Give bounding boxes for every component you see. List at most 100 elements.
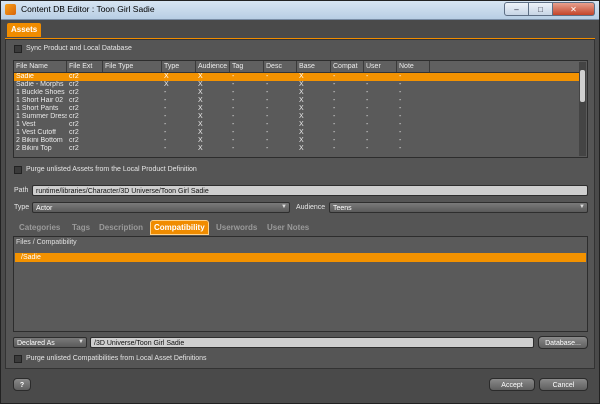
column-header[interactable]: File Type [103,61,162,72]
cell-tag: - [232,121,235,128]
minimize-button[interactable]: – [504,2,529,16]
cell-tag: - [232,73,235,80]
table-row[interactable]: 1 Vest cr2 - X - - X - - - [14,121,580,129]
cell-tag: - [232,137,235,144]
tab-assets[interactable]: Assets [7,23,42,37]
cell-user: - [366,145,369,152]
compat-list-header: Files / Compatibility [16,239,77,246]
declared-path-field[interactable]: /3D Universe/Toon Girl Sadie [90,337,534,348]
column-header[interactable]: Compat [331,61,364,72]
column-header[interactable]: Note [397,61,430,72]
cell-file-type [103,129,162,137]
declared-as-value: Declared As [17,340,55,347]
cell-file-name: 1 Vest Cutoff [16,129,56,136]
column-header[interactable]: Audience [196,61,230,72]
cell-file-name: 1 Short Pants [16,105,59,112]
cell-compat: - [333,113,336,120]
cell-file-ext: cr2 [69,137,79,144]
cell-audience: X [198,121,203,128]
accept-button[interactable]: Accept [489,378,535,391]
cell-file-name: 1 Summer Dress [16,113,67,120]
tab-description[interactable]: Description [99,221,143,234]
purge-compat-checkbox[interactable] [14,355,22,363]
assets-table: File Name File Ext File Type Type Audien… [13,60,588,158]
purge-assets-checkbox[interactable] [14,166,22,174]
declared-as-select[interactable]: Declared As ▼ [13,337,87,348]
cell-user: - [366,113,369,120]
cell-compat: - [333,81,336,88]
tab-userwords[interactable]: Userwords [216,221,257,234]
table-row[interactable]: 2 Bikini Top cr2 - X - - X - - - [14,145,580,153]
sub-tab-strip: Categories Tags Description Compatibilit… [13,220,588,235]
type-select-value: Actor [36,205,53,212]
cell-tag: - [232,105,235,112]
column-header[interactable]: Base [297,61,331,72]
cell-user: - [366,73,369,80]
column-header[interactable]: File Ext [67,61,103,72]
tab-user-notes[interactable]: User Notes [267,221,309,234]
table-row[interactable]: Sadie cr2 X X - - X - - - [14,73,580,81]
window-title: Content DB Editor : Toon Girl Sadie [21,4,155,14]
table-row[interactable]: 1 Vest Cutoff cr2 - X - - X - - - [14,129,580,137]
cell-compat: - [333,137,336,144]
cancel-button[interactable]: Cancel [539,378,588,391]
cell-audience: X [198,97,203,104]
column-header[interactable]: File Name [14,61,67,72]
table-row[interactable]: 1 Short Hair 02 cr2 - X - - X - - - [14,97,580,105]
cell-desc: - [266,97,269,104]
maximize-button[interactable]: □ [529,2,553,16]
cell-file-ext: cr2 [69,129,79,136]
cell-file-name: 1 Buckle Shoes [16,89,65,96]
sync-checkbox[interactable] [14,45,22,53]
cell-note: - [399,89,402,96]
column-header[interactable]: User [364,61,397,72]
column-header[interactable]: Tag [230,61,264,72]
audience-select[interactable]: Teens ▼ [329,202,588,213]
cell-note: - [399,137,402,144]
scrollbar-thumb[interactable] [580,70,585,102]
database-button[interactable]: Database... [538,336,588,349]
column-header[interactable]: Type [162,61,196,72]
help-button[interactable]: ? [13,378,31,391]
column-header[interactable]: Desc [264,61,297,72]
cell-file-ext: cr2 [69,121,79,128]
audience-label: Audience [296,204,326,211]
cell-compat: - [333,97,336,104]
app-icon [5,4,16,15]
cell-type: - [164,105,167,112]
cell-tag: - [232,145,235,152]
chevron-down-icon: ▼ [78,339,84,345]
cell-audience: X [198,145,203,152]
cell-tag: - [232,129,235,136]
cell-audience: X [198,113,203,120]
tab-tags[interactable]: Tags [72,221,90,234]
table-row[interactable]: 1 Summer Dress cr2 - X - - X - - - [14,113,580,121]
list-item[interactable]: /Sadie [15,253,586,262]
type-select[interactable]: Actor ▼ [32,202,290,213]
path-label: Path [14,187,29,194]
cell-type: - [164,129,167,136]
path-field[interactable]: runtime/libraries/Character/3D Universe/… [32,185,588,196]
main-tab-strip [5,22,595,40]
table-row[interactable]: Sadie - Morphs cr2 X X - - X - - - [14,81,580,89]
cell-compat: - [333,73,336,80]
cell-file-ext: cr2 [69,113,79,120]
table-scrollbar[interactable] [579,62,586,156]
cell-desc: - [266,73,269,80]
cell-file-type [103,137,162,145]
cell-file-name: 1 Short Hair 02 [16,97,64,104]
cell-base: X [299,129,304,136]
window-controls: – □ ✕ [504,2,595,17]
cell-file-ext: cr2 [69,89,79,96]
cell-type: - [164,113,167,120]
title-bar[interactable]: Content DB Editor : Toon Girl Sadie – □ … [1,1,599,20]
tab-compatibility[interactable]: Compatibility [150,220,209,235]
close-button[interactable]: ✕ [553,2,595,16]
table-row[interactable]: 1 Buckle Shoes cr2 - X - - X - - - [14,89,580,97]
cell-type: - [164,121,167,128]
table-row[interactable]: 2 Bikini Bottom cr2 - X - - X - - - [14,137,580,145]
cell-user: - [366,137,369,144]
cell-type: - [164,137,167,144]
table-row[interactable]: 1 Short Pants cr2 - X - - X - - - [14,105,580,113]
tab-categories[interactable]: Categories [19,221,60,234]
